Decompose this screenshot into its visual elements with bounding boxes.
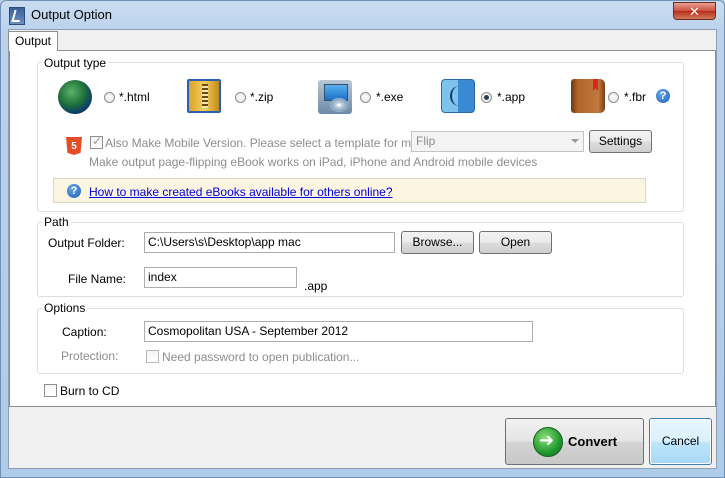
mobile-template-select[interactable]: Flip [411, 131, 584, 152]
burn-to-cd-checkbox[interactable] [44, 384, 57, 397]
path-group-label: Path [42, 215, 71, 229]
book-icon [571, 79, 605, 113]
window-title: Output Option [31, 7, 112, 22]
close-button[interactable]: ✕ [673, 2, 716, 20]
output-folder-input[interactable]: C:\Users\s\Desktop\app mac [144, 232, 395, 253]
output-folder-label: Output Folder: [48, 236, 125, 250]
radio-fbr-label: *.fbr [624, 90, 647, 104]
mobile-template-value: Flip [416, 134, 436, 148]
cancel-button[interactable]: Cancel [649, 418, 712, 465]
settings-button[interactable]: Settings [589, 130, 652, 153]
info-bar: ? How to make created eBooks available f… [53, 178, 646, 203]
protection-label: Protection: [61, 349, 119, 363]
html5-icon: 5 [66, 137, 82, 155]
radio-html[interactable] [104, 92, 115, 103]
globe-icon [58, 80, 92, 114]
convert-button[interactable]: Convert [505, 418, 644, 465]
browse-button[interactable]: Browse... [401, 231, 474, 254]
file-name-label: File Name: [68, 272, 127, 286]
convert-arrow-icon [533, 427, 563, 457]
caption-input[interactable]: Cosmopolitan USA - September 2012 [144, 321, 533, 342]
caption-label: Caption: [62, 325, 107, 339]
mobile-note: Make output page-flipping eBook works on… [89, 155, 538, 169]
output-type-group-label: Output type [42, 56, 109, 70]
computer-cd-icon [318, 80, 352, 114]
options-group-label: Options [42, 301, 88, 315]
help-icon[interactable]: ? [656, 89, 670, 103]
password-label: Need password to open publication... [162, 350, 360, 364]
radio-exe[interactable] [360, 92, 371, 103]
tab-output[interactable]: Output [8, 31, 58, 51]
radio-fbr[interactable] [608, 92, 619, 103]
mobile-version-label: Also Make Mobile Version. Please select … [105, 136, 440, 150]
chevron-down-icon [571, 139, 579, 143]
mobile-version-checkbox[interactable] [90, 134, 103, 149]
info-help-icon: ? [67, 184, 81, 198]
convert-label: Convert [568, 434, 618, 449]
radio-zip-label: *.zip [250, 90, 274, 104]
file-name-input[interactable]: index [144, 267, 297, 288]
mac-finder-icon [441, 79, 475, 113]
burn-to-cd-label: Burn to CD [60, 384, 120, 398]
online-help-link[interactable]: How to make created eBooks available for… [89, 185, 393, 199]
file-extension: .app [304, 279, 328, 293]
radio-html-label: *.html [119, 90, 150, 104]
radio-zip[interactable] [235, 92, 246, 103]
zip-archive-icon [187, 79, 221, 113]
radio-app[interactable] [481, 92, 492, 103]
title-bar[interactable]: Output Option ✕ [1, 1, 724, 29]
radio-app-label: *.app [497, 90, 526, 104]
app-icon [9, 7, 25, 25]
password-checkbox[interactable] [146, 350, 159, 363]
open-button[interactable]: Open [479, 231, 552, 254]
radio-exe-label: *.exe [376, 90, 404, 104]
